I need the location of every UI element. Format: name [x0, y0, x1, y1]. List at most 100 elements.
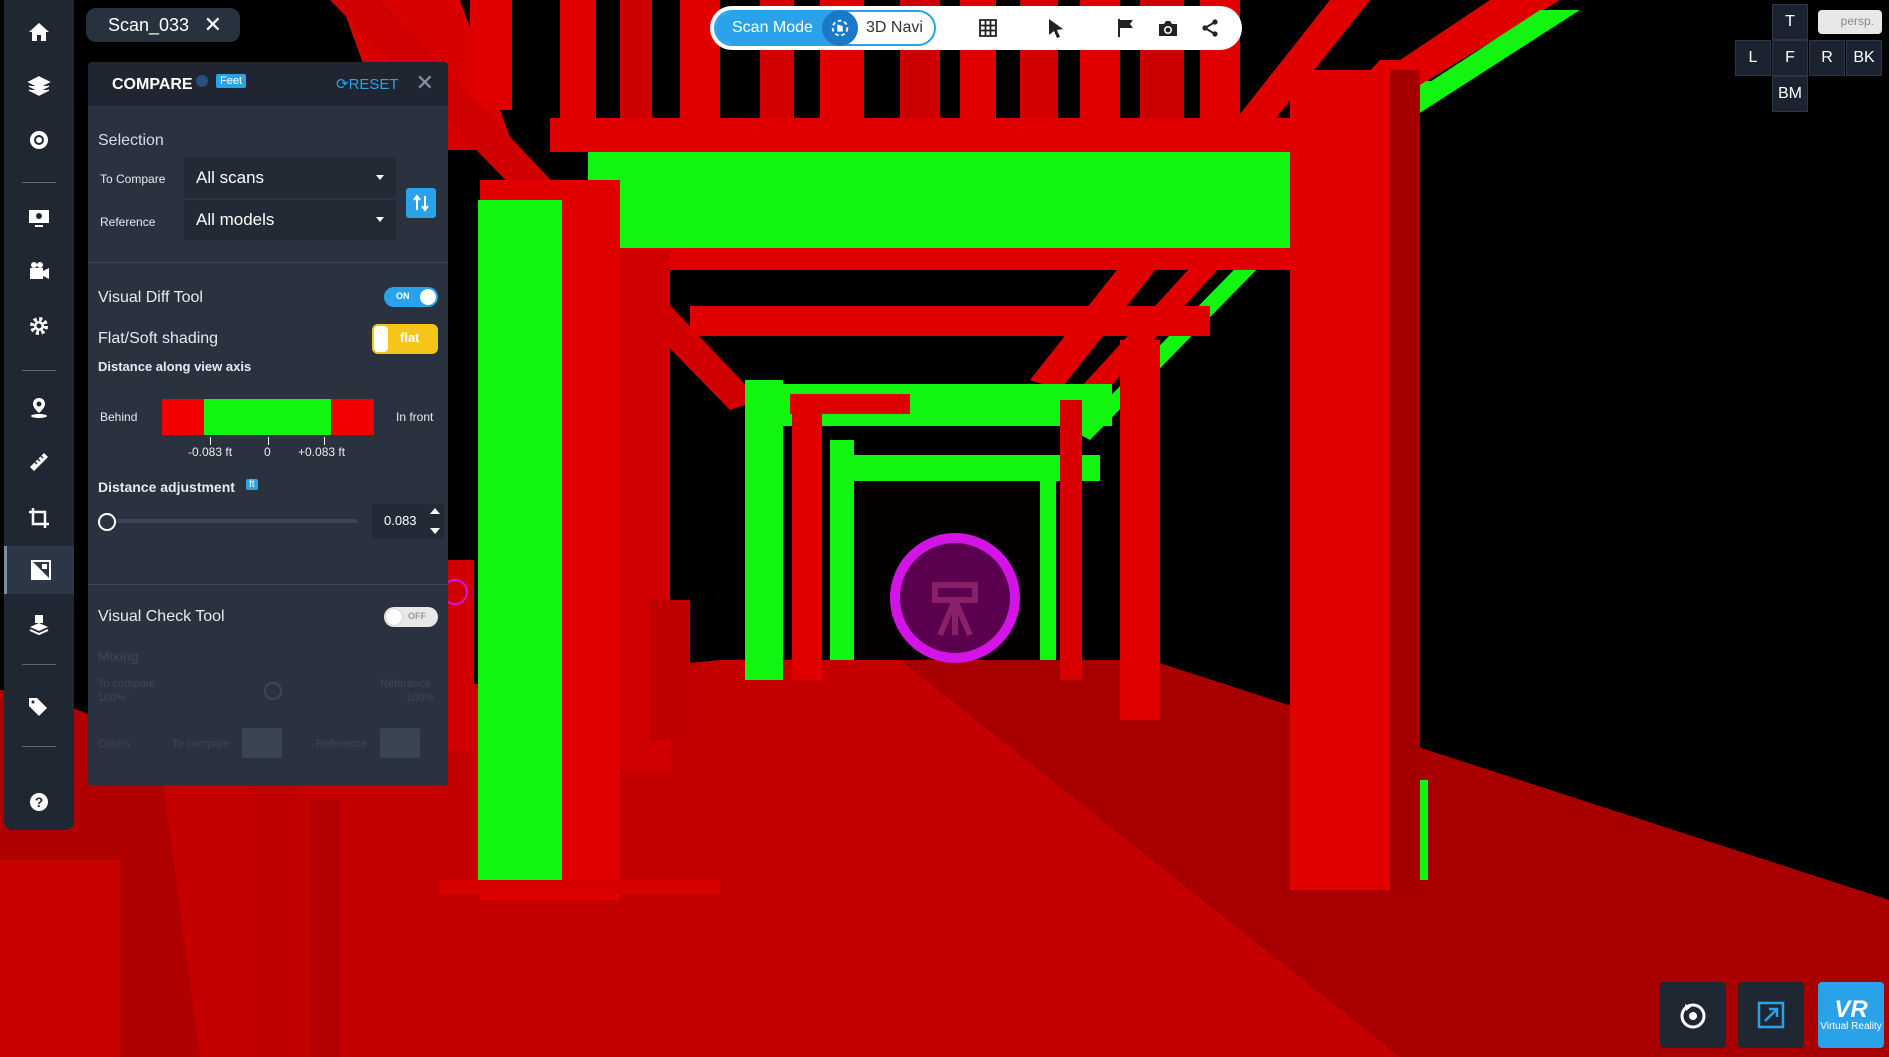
flag-icon — [1118, 19, 1133, 37]
column-red-strip — [792, 400, 822, 680]
green-floor-strip — [1420, 780, 1428, 880]
cursor-icon — [1049, 19, 1063, 38]
visual-diff-label: Visual Diff Tool — [98, 289, 203, 306]
visual-check-label: Visual Check Tool — [98, 608, 225, 625]
swap-button[interactable] — [406, 188, 436, 218]
ceiling-pipe — [470, 0, 512, 110]
toolbar-separator — [22, 182, 56, 183]
decrement-icon[interactable] — [430, 528, 440, 534]
increment-icon[interactable] — [430, 508, 440, 514]
gear-icon — [30, 317, 48, 335]
visual-diff-toggle[interactable]: ON — [384, 287, 438, 307]
toggle-knob — [386, 609, 402, 625]
mixing-reference-label: Reference — [380, 678, 431, 690]
flag-button[interactable] — [1114, 16, 1138, 40]
unit-badge: Feet — [216, 74, 247, 88]
vr-logo: VR — [1834, 995, 1868, 1023]
fullscreen-button[interactable] — [1738, 982, 1804, 1048]
share-button[interactable] — [1198, 16, 1222, 40]
view-bottom-button[interactable]: BM — [1772, 76, 1808, 112]
to-compare-label: To Compare — [100, 172, 166, 186]
visual-check-toggle[interactable]: OFF — [384, 607, 438, 627]
video-camera-icon — [30, 262, 49, 279]
view-left-button[interactable]: L — [1735, 40, 1771, 76]
column-green-strip — [830, 440, 854, 660]
colors-label: Colors — [98, 738, 130, 750]
chevron-down-icon — [376, 217, 384, 222]
home-icon — [29, 23, 49, 41]
mode-toggle[interactable]: Scan Mode 3D Navi — [714, 10, 936, 46]
globe-button[interactable] — [4, 116, 74, 164]
scan-tab[interactable]: Scan_033 ✕ — [86, 8, 240, 42]
foreground-pipe — [0, 860, 120, 1057]
shading-value: flat — [400, 330, 420, 345]
to-compare-dropdown[interactable]: All scans — [184, 158, 396, 198]
view-right-button[interactable]: R — [1809, 40, 1845, 76]
virtual-reality-button[interactable]: VR Virtual Reality — [1818, 982, 1884, 1048]
scan-tab-label: Scan_033 — [108, 14, 190, 35]
select-button[interactable] — [1044, 16, 1068, 40]
toolbar-separator — [22, 746, 56, 747]
grid-button[interactable] — [976, 16, 1000, 40]
view-front-button[interactable]: F — [1772, 40, 1808, 76]
right-column-2 — [1120, 340, 1160, 720]
right-column-green — [1040, 480, 1056, 660]
compare-icon — [30, 560, 51, 580]
toggle-state: ON — [396, 291, 410, 301]
layers-button[interactable] — [4, 62, 74, 110]
distance-color-scale — [162, 399, 374, 435]
camera-tour-button[interactable] — [4, 248, 74, 296]
panel-title: COMPARE — [112, 76, 193, 93]
scan-mode-button[interactable]: Scan Mode — [716, 12, 838, 44]
right-column-shade — [1390, 70, 1420, 890]
hand-icon — [831, 19, 849, 37]
reset-view-button[interactable] — [1660, 982, 1726, 1048]
toggle-knob — [420, 289, 436, 305]
compare-button[interactable] — [4, 546, 74, 594]
share-icon — [1202, 19, 1218, 37]
globe-icon — [30, 131, 48, 149]
distance-slider-handle[interactable] — [98, 513, 116, 531]
panel-close-button[interactable]: ✕ — [416, 70, 434, 96]
tags-button[interactable] — [4, 682, 74, 730]
view-back-button[interactable]: BK — [1846, 40, 1882, 76]
toolbar-separator — [22, 664, 56, 665]
scan-tab-close-button[interactable]: ✕ — [204, 12, 222, 38]
distance-input[interactable]: 0.083 — [372, 504, 444, 538]
mixing-to-compare-label: To compare — [98, 678, 156, 690]
toggle-state: OFF — [408, 611, 426, 621]
crop-button[interactable] — [4, 494, 74, 542]
left-column-green — [478, 200, 562, 880]
view-top-button[interactable]: T — [1772, 4, 1808, 40]
info-icon[interactable] — [196, 75, 208, 87]
distance-slider-track[interactable] — [114, 519, 358, 523]
reference-value: All models — [196, 210, 275, 229]
scale-within-segment — [204, 399, 331, 435]
scale-front-segment — [331, 399, 374, 435]
vr-label: Virtual Reality — [1820, 1020, 1882, 1032]
location-button[interactable] — [4, 384, 74, 432]
help-button[interactable]: ? — [4, 778, 74, 826]
colors-to-compare-label: To compare — [172, 738, 230, 750]
mode-switch-knob[interactable] — [822, 10, 858, 46]
measure-button[interactable] — [4, 438, 74, 486]
3d-navi-button[interactable]: 3D Navi — [866, 12, 923, 44]
right-column-3 — [1060, 400, 1082, 680]
home-button[interactable] — [4, 8, 74, 56]
reference-dropdown[interactable]: All models — [184, 200, 396, 240]
ruler-icon — [30, 453, 48, 471]
left-toolbar: ? — [4, 0, 74, 830]
scale-tick — [268, 437, 269, 445]
compare-panel-header: COMPARE Feet ⟳RESET ✕ — [88, 62, 448, 106]
projection-toggle[interactable]: persp. — [1818, 10, 1882, 34]
settings-button[interactable] — [4, 302, 74, 350]
scan-station-button[interactable] — [4, 600, 74, 648]
reference-color-swatch — [380, 728, 420, 758]
refresh-icon: ⟳ — [336, 76, 349, 93]
reset-button[interactable]: ⟳RESET — [336, 75, 399, 93]
to-compare-color-swatch — [242, 728, 282, 758]
screenshot-button[interactable] — [1156, 16, 1180, 40]
shading-toggle[interactable]: flat — [372, 324, 438, 354]
screen-button[interactable] — [4, 194, 74, 242]
scale-tick — [324, 437, 325, 445]
